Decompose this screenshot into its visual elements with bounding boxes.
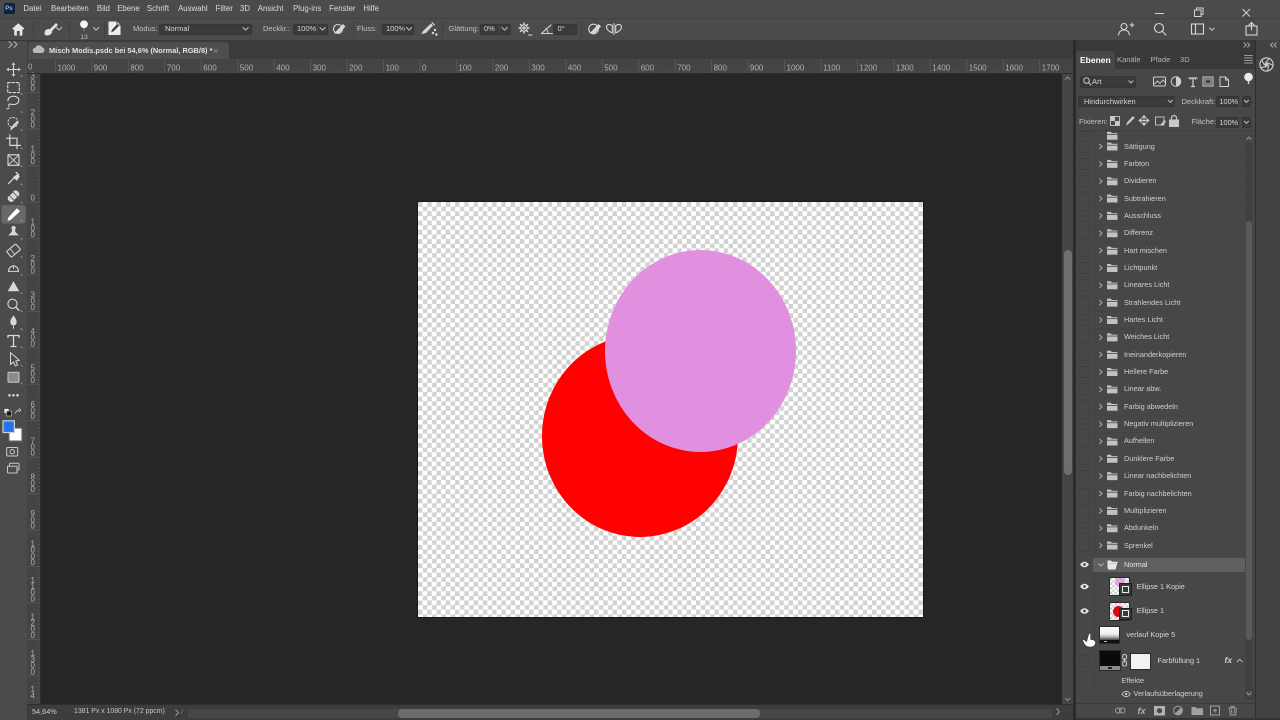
svg-text:700: 700 xyxy=(677,63,691,72)
svg-text:0: 0 xyxy=(31,631,36,640)
svg-text:4: 4 xyxy=(31,691,36,700)
svg-text:500: 500 xyxy=(240,63,254,72)
svg-text:700: 700 xyxy=(167,63,181,72)
svg-text:0: 0 xyxy=(422,63,427,72)
svg-text:0: 0 xyxy=(31,121,36,130)
svg-text:1000: 1000 xyxy=(58,63,76,72)
svg-text:400: 400 xyxy=(568,63,582,72)
svg-text:800: 800 xyxy=(130,63,144,72)
svg-text:1000: 1000 xyxy=(787,63,805,72)
svg-text:1600: 1600 xyxy=(1005,63,1023,72)
svg-text:0: 0 xyxy=(31,558,36,567)
svg-text:1500: 1500 xyxy=(969,63,987,72)
svg-text:0: 0 xyxy=(31,84,36,93)
svg-text:0: 0 xyxy=(31,522,36,531)
svg-text:0: 0 xyxy=(31,667,36,676)
svg-text:200: 200 xyxy=(495,63,509,72)
svg-text:0: 0 xyxy=(28,63,33,72)
svg-text:1300: 1300 xyxy=(896,63,914,72)
svg-text:600: 600 xyxy=(641,63,655,72)
svg-text:300: 300 xyxy=(313,63,327,72)
svg-text:1400: 1400 xyxy=(932,63,950,72)
svg-text:0: 0 xyxy=(31,595,36,604)
svg-text:100: 100 xyxy=(386,63,400,72)
svg-text:0: 0 xyxy=(31,485,36,494)
svg-text:0: 0 xyxy=(31,449,36,458)
svg-text:300: 300 xyxy=(531,63,545,72)
svg-text:0: 0 xyxy=(31,266,36,275)
svg-text:0: 0 xyxy=(31,230,36,239)
svg-text:0: 0 xyxy=(31,412,36,421)
svg-text:0: 0 xyxy=(31,339,36,348)
svg-text:900: 900 xyxy=(94,63,108,72)
svg-text:600: 600 xyxy=(203,63,217,72)
svg-text:100: 100 xyxy=(458,63,472,72)
svg-text:1100: 1100 xyxy=(823,63,841,72)
svg-text:0: 0 xyxy=(31,376,36,385)
svg-text:400: 400 xyxy=(276,63,290,72)
svg-text:0: 0 xyxy=(31,194,36,203)
svg-text:0: 0 xyxy=(31,157,36,166)
svg-text:1200: 1200 xyxy=(859,63,877,72)
svg-text:500: 500 xyxy=(604,63,618,72)
svg-text:800: 800 xyxy=(714,63,728,72)
svg-text:0: 0 xyxy=(31,303,36,312)
svg-text:900: 900 xyxy=(750,63,764,72)
svg-text:200: 200 xyxy=(349,63,363,72)
svg-text:1700: 1700 xyxy=(1042,63,1060,72)
